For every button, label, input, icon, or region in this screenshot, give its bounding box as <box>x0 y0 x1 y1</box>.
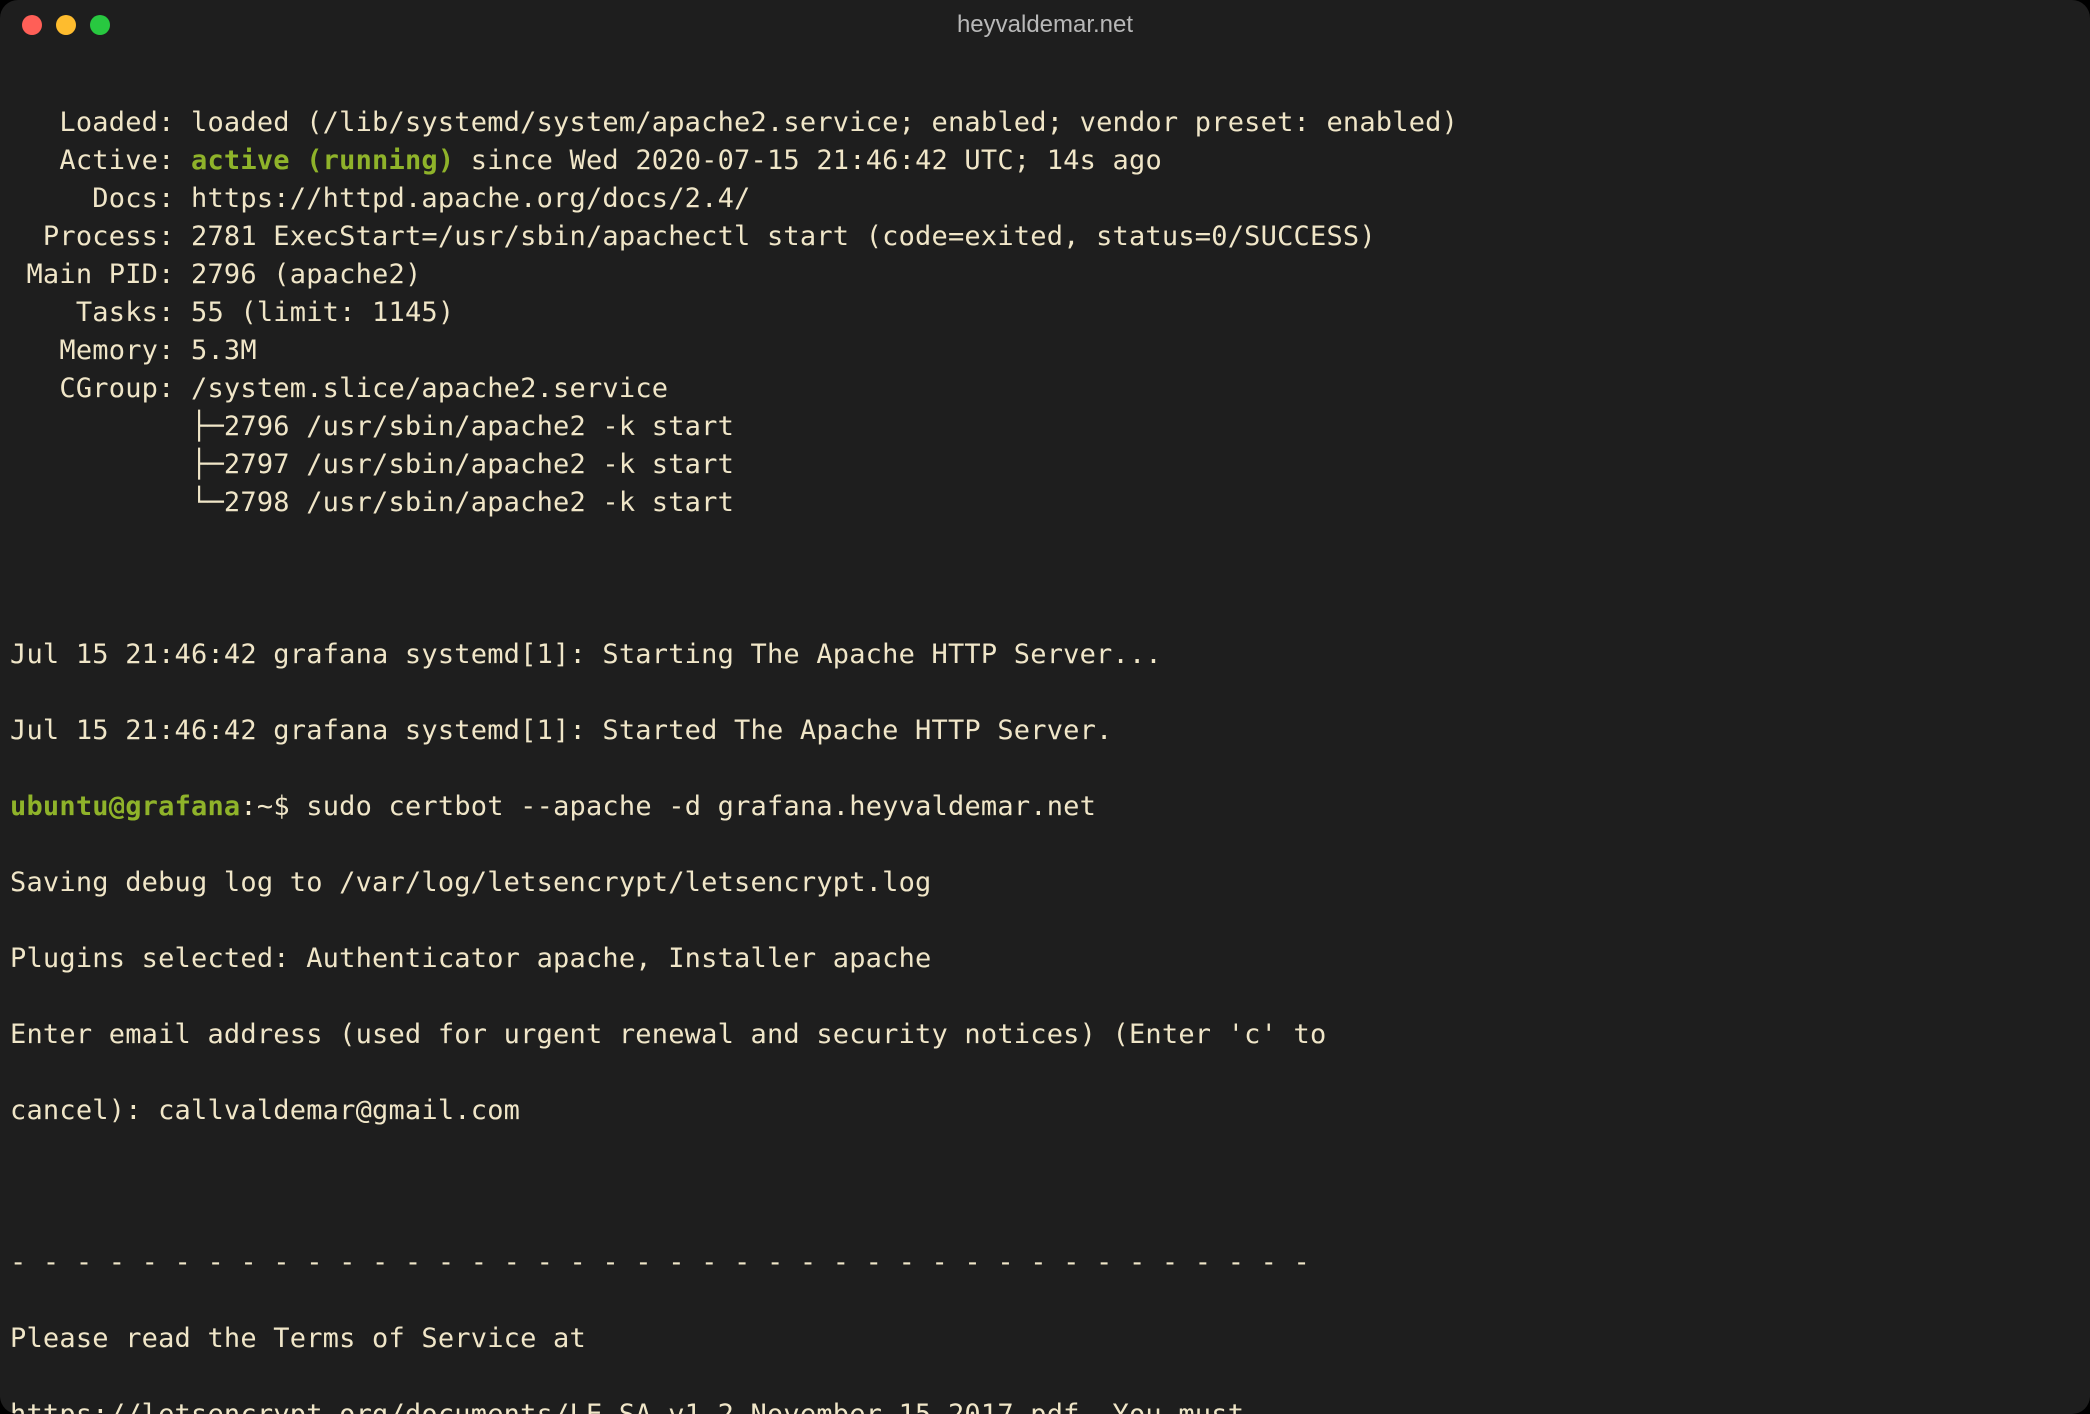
status-tree-1: ├─2796 /usr/sbin/apache2 -k start <box>10 411 734 442</box>
certbot-out-3: Enter email address (used for urgent ren… <box>10 1016 2080 1054</box>
tos-line-2: https://letsencrypt.org/documents/LE-SA-… <box>10 1396 2080 1414</box>
status-mainpid-key: Main PID: <box>10 259 175 290</box>
window-title: heyvaldemar.net <box>0 11 2090 39</box>
prompt-path: :~$ <box>240 791 306 822</box>
log-line-2: Jul 15 21:46:42 grafana systemd[1]: Star… <box>10 712 2080 750</box>
prompt-user: ubuntu <box>10 791 109 822</box>
status-active-rest: since Wed 2020-07-15 21:46:42 UTC; 14s a… <box>454 145 1162 176</box>
titlebar: heyvaldemar.net <box>0 0 2090 50</box>
tos-line-1: Please read the Terms of Service at <box>10 1320 2080 1358</box>
status-loaded-key: Loaded: <box>10 107 175 138</box>
prompt-host: grafana <box>125 791 240 822</box>
terminal-window: heyvaldemar.net Loaded: loaded (/lib/sys… <box>0 0 2090 1414</box>
status-tasks-val: 55 (limit: 1145) <box>175 297 455 328</box>
status-active-key: Active: <box>10 145 175 176</box>
status-cgroup-val: /system.slice/apache2.service <box>175 373 669 404</box>
status-loaded-val: loaded (/lib/systemd/system/apache2.serv… <box>175 107 1459 138</box>
status-active-green: active (running) <box>175 145 455 176</box>
blank-line <box>10 560 2080 598</box>
close-icon[interactable] <box>22 15 42 35</box>
status-memory-val: 5.3M <box>175 335 257 366</box>
status-tasks-key: Tasks: <box>10 297 175 328</box>
status-mainpid-val: 2796 (apache2) <box>175 259 422 290</box>
certbot-out-4: cancel): callvaldemar@gmail.com <box>10 1092 2080 1130</box>
dash-sep-1: - - - - - - - - - - - - - - - - - - - - … <box>10 1244 2080 1282</box>
status-process-val: 2781 ExecStart=/usr/sbin/apachectl start… <box>175 221 1376 252</box>
blank-line-2 <box>10 1168 2080 1206</box>
status-tree-3: └─2798 /usr/sbin/apache2 -k start <box>10 487 734 518</box>
prompt-cmd: sudo certbot --apache -d grafana.heyvald… <box>306 791 1096 822</box>
log-line-1: Jul 15 21:46:42 grafana systemd[1]: Star… <box>10 636 2080 674</box>
status-docs-key: Docs: <box>10 183 175 214</box>
minimize-icon[interactable] <box>56 15 76 35</box>
status-docs-val: https://httpd.apache.org/docs/2.4/ <box>175 183 751 214</box>
prompt-at: @ <box>109 791 125 822</box>
terminal-body[interactable]: Loaded: loaded (/lib/systemd/system/apac… <box>0 50 2090 1414</box>
service-status-block: Loaded: loaded (/lib/systemd/system/apac… <box>10 104 2080 522</box>
certbot-out-2: Plugins selected: Authenticator apache, … <box>10 940 2080 978</box>
prompt-line: ubuntu@grafana:~$ sudo certbot --apache … <box>10 788 2080 826</box>
status-memory-key: Memory: <box>10 335 175 366</box>
status-cgroup-key: CGroup: <box>10 373 175 404</box>
maximize-icon[interactable] <box>90 15 110 35</box>
status-process-key: Process: <box>10 221 175 252</box>
certbot-out-1: Saving debug log to /var/log/letsencrypt… <box>10 864 2080 902</box>
traffic-lights <box>22 15 110 35</box>
status-tree-2: ├─2797 /usr/sbin/apache2 -k start <box>10 449 734 480</box>
